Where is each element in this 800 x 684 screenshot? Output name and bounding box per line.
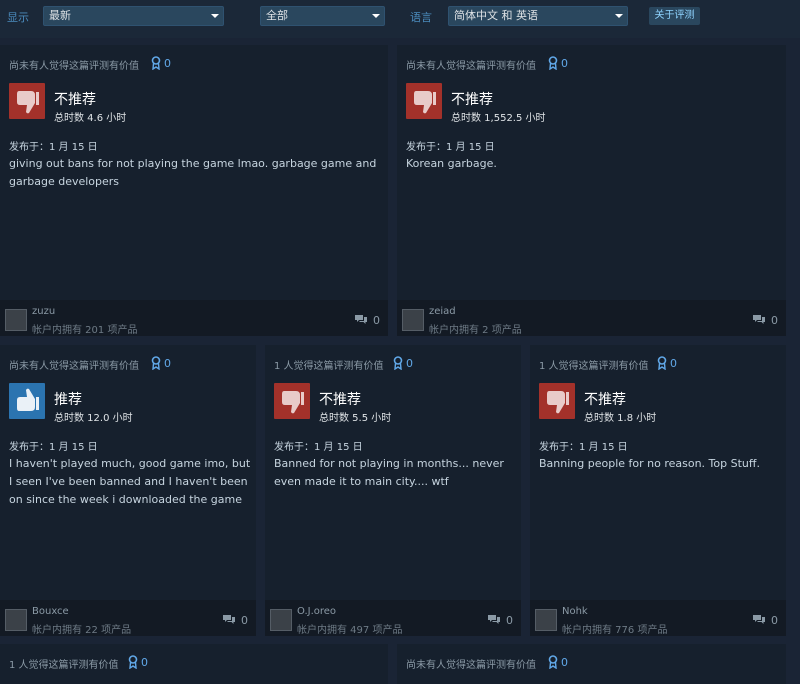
award-count: 0 — [141, 656, 148, 669]
avatar[interactable] — [535, 609, 557, 631]
author-product-count: 帐户内拥有 776 项产品 — [562, 625, 668, 636]
author-product-count: 帐户内拥有 497 项产品 — [297, 625, 403, 636]
posted-date: 发布于：1 月 15 日 — [274, 442, 363, 453]
comment-count[interactable]: 0 — [241, 614, 248, 627]
avatar[interactable] — [5, 609, 27, 631]
review-verdict[interactable]: 不推荐 — [319, 389, 361, 409]
review-body: giving out bans for not playing the game… — [9, 157, 377, 188]
review-card[interactable]: 1 人觉得这篇评测有价值 0 不推荐总时数 5.5 小时发布于：1 月 15 日 Ba… — [265, 345, 521, 636]
award-count: 0 — [561, 656, 568, 669]
award-count: 0 — [164, 357, 171, 370]
review-author-bar: Nohk 帐户内拥有 776 项产品 0 — [530, 600, 786, 636]
review-verdict[interactable]: 不推荐 — [54, 89, 96, 109]
review-verdict[interactable]: 不推荐 — [584, 389, 626, 409]
chevron-down-icon — [615, 14, 623, 18]
avatar[interactable] — [270, 609, 292, 631]
thumbs-down-icon[interactable] — [539, 383, 575, 419]
award-count: 0 — [670, 357, 677, 370]
review-author-bar: zuzu 帐户内拥有 201 项产品 0 — [0, 300, 388, 336]
comment-bubble-icon[interactable] — [487, 614, 501, 626]
author-name[interactable]: zuzu — [32, 306, 55, 317]
review-card[interactable]: 1 人觉得这篇评测有价值 0 — [0, 644, 388, 684]
award-ribbon-icon[interactable] — [151, 356, 161, 370]
review-author-bar: O.J.oreo 帐户内拥有 497 项产品 0 — [265, 600, 521, 636]
review-type-select[interactable]: 全部 — [260, 6, 385, 26]
helpful-count-text: 尚未有人觉得这篇评测有价值 — [9, 361, 139, 372]
review-body: I haven't played much, good game imo, bu… — [9, 457, 251, 506]
author-name[interactable]: Bouxce — [32, 606, 69, 617]
playtime-hours: 总时数 4.6 小时 — [54, 113, 127, 124]
author-name[interactable]: Nohk — [562, 606, 588, 617]
award-ribbon-icon[interactable] — [548, 655, 558, 669]
posted-date: 发布于：1 月 15 日 — [406, 142, 495, 153]
award-ribbon-icon[interactable] — [657, 356, 667, 370]
review-author-bar: zeiad 帐户内拥有 2 项产品 0 — [397, 300, 786, 336]
thumbs-down-icon[interactable] — [406, 83, 442, 119]
show-label: 显示 — [7, 11, 29, 24]
review-card[interactable]: 尚未有人觉得这篇评测有价值 0 不推荐总时数 4.6 小时发布于：1 月 15 日 g… — [0, 45, 388, 336]
review-author-bar: Bouxce 帐户内拥有 22 项产品 0 — [0, 600, 256, 636]
comment-count[interactable]: 0 — [373, 314, 380, 327]
author-product-count: 帐户内拥有 201 项产品 — [32, 325, 138, 336]
language-label: 语言 — [410, 11, 432, 24]
review-card[interactable]: 尚未有人觉得这篇评测有价值 0 — [397, 644, 786, 684]
author-product-count: 帐户内拥有 2 项产品 — [429, 325, 522, 336]
sort-select-value: 最新 — [49, 9, 71, 22]
helpful-count-text: 尚未有人觉得这篇评测有价值 — [406, 660, 536, 671]
thumbs-down-icon[interactable] — [9, 83, 45, 119]
comment-bubble-icon[interactable] — [752, 614, 766, 626]
language-select[interactable]: 简体中文 和 英语 — [448, 6, 628, 26]
author-name[interactable]: O.J.oreo — [297, 606, 336, 617]
award-count: 0 — [561, 57, 568, 70]
award-ribbon-icon[interactable] — [548, 56, 558, 70]
sort-select[interactable]: 最新 — [43, 6, 224, 26]
comment-bubble-icon[interactable] — [354, 314, 368, 326]
award-ribbon-icon[interactable] — [393, 356, 403, 370]
posted-date: 发布于：1 月 15 日 — [9, 142, 98, 153]
comment-count[interactable]: 0 — [506, 614, 513, 627]
review-body: Banning people for no reason. Top Stuff. — [539, 457, 760, 470]
review-type-select-value: 全部 — [266, 9, 288, 22]
thumbs-up-icon[interactable] — [9, 383, 45, 419]
about-reviews-button[interactable]: 关于评测 — [649, 7, 700, 25]
comment-count[interactable]: 0 — [771, 314, 778, 327]
thumbs-down-icon[interactable] — [274, 383, 310, 419]
comment-bubble-icon[interactable] — [752, 314, 766, 326]
helpful-count-text: 尚未有人觉得这篇评测有价值 — [406, 61, 536, 72]
chevron-down-icon — [211, 14, 219, 18]
language-select-value: 简体中文 和 英语 — [454, 9, 538, 22]
award-count: 0 — [406, 357, 413, 370]
comment-count[interactable]: 0 — [771, 614, 778, 627]
helpful-count-text: 尚未有人觉得这篇评测有价值 — [9, 61, 139, 72]
award-count: 0 — [164, 57, 171, 70]
posted-date: 发布于：1 月 15 日 — [539, 442, 628, 453]
helpful-count-text: 1 人觉得这篇评测有价值 — [539, 361, 649, 372]
chevron-down-icon — [372, 14, 380, 18]
posted-date: 发布于：1 月 15 日 — [9, 442, 98, 453]
playtime-hours: 总时数 1.8 小时 — [584, 413, 657, 424]
review-verdict[interactable]: 推荐 — [54, 389, 82, 409]
review-body: Banned for not playing in months... neve… — [274, 457, 504, 488]
review-verdict[interactable]: 不推荐 — [451, 89, 493, 109]
award-ribbon-icon[interactable] — [128, 655, 138, 669]
avatar[interactable] — [5, 309, 27, 331]
comment-bubble-icon[interactable] — [222, 614, 236, 626]
review-body: Korean garbage. — [406, 157, 497, 170]
review-card[interactable]: 尚未有人觉得这篇评测有价值 0 不推荐总时数 1,552.5 小时发布于：1 月 1… — [397, 45, 786, 336]
author-name[interactable]: zeiad — [429, 306, 456, 317]
review-filter-bar: 显示 最新 全部 语言 简体中文 和 英语 关于评测 — [0, 0, 800, 38]
helpful-count-text: 1 人觉得这篇评测有价值 — [9, 660, 119, 671]
playtime-hours: 总时数 1,552.5 小时 — [451, 113, 546, 124]
playtime-hours: 总时数 5.5 小时 — [319, 413, 392, 424]
playtime-hours: 总时数 12.0 小时 — [54, 413, 133, 424]
review-card[interactable]: 尚未有人觉得这篇评测有价值 0 推荐总时数 12.0 小时发布于：1 月 15 日 I… — [0, 345, 256, 636]
author-product-count: 帐户内拥有 22 项产品 — [32, 625, 132, 636]
award-ribbon-icon[interactable] — [151, 56, 161, 70]
review-card[interactable]: 1 人觉得这篇评测有价值 0 不推荐总时数 1.8 小时发布于：1 月 15 日 Ba… — [530, 345, 786, 636]
avatar[interactable] — [402, 309, 424, 331]
helpful-count-text: 1 人觉得这篇评测有价值 — [274, 361, 384, 372]
